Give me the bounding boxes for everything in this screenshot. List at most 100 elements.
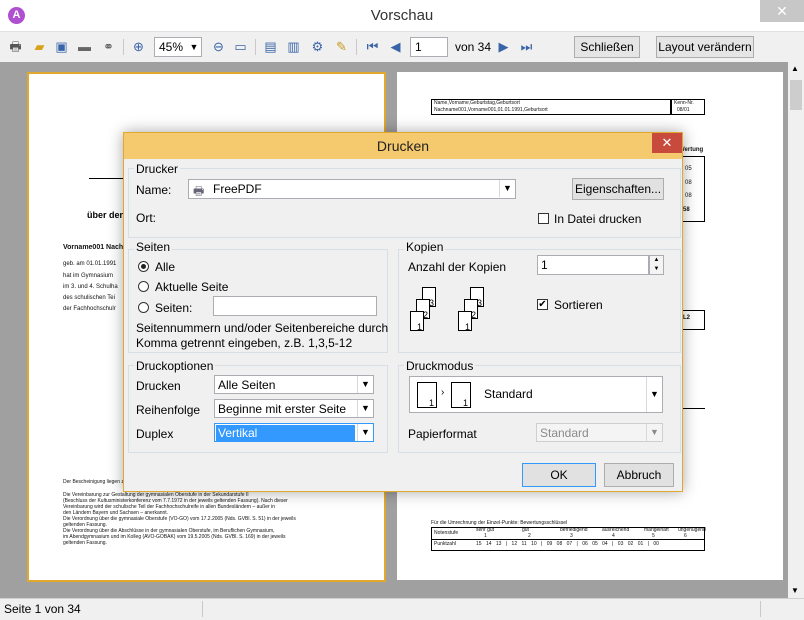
page-count: von 34 xyxy=(455,40,492,54)
close-preview-button[interactable]: Schließen xyxy=(574,36,640,58)
dialog-close-button[interactable]: ✕ xyxy=(652,133,682,153)
pages-hint-line: Seitennummern und/oder Seitenbereiche du… xyxy=(136,321,389,335)
pages-current-radio[interactable] xyxy=(138,281,149,292)
page2-header-value: Nachname001,Vorname001,01.01.1991,Geburt… xyxy=(434,107,548,113)
page2-side-value: 05 xyxy=(685,166,692,172)
settings-icon[interactable]: ⚙ xyxy=(309,38,326,55)
status-text: Seite 1 von 34 xyxy=(4,602,81,616)
grade-label: ausreichend xyxy=(602,527,630,533)
page2-id-value: 08/01 xyxy=(677,107,690,113)
grade-table: Notenstufe Punktzahl sehr gut gut befrie… xyxy=(431,527,706,551)
print-range-label: Drucken xyxy=(136,379,181,393)
last-page-icon[interactable]: ⏭ xyxy=(518,38,535,55)
print-order-label: Reihenfolge xyxy=(136,403,201,417)
status-bar: Seite 1 von 34 xyxy=(0,598,804,620)
grade-label: ungenügend xyxy=(678,527,706,533)
chevron-down-icon: ▼ xyxy=(357,424,373,441)
page2-side-value: 58 xyxy=(683,207,690,213)
page1-heading: über den xyxy=(87,210,126,220)
chevron-down-icon: ▼ xyxy=(357,400,373,417)
printer-group-label: Drucker xyxy=(134,162,181,176)
print-icon[interactable]: 🖶 xyxy=(7,38,24,55)
printer-select[interactable]: 🖶 FreePDF ▼ xyxy=(188,179,516,199)
save-icon[interactable]: ▣ xyxy=(53,38,70,55)
page1-line: geb. am 01.01.1991 xyxy=(63,261,117,267)
print-order-select[interactable]: Beginne mit erster Seite ▼ xyxy=(214,399,374,418)
change-layout-button[interactable]: Layout verändern xyxy=(656,36,754,58)
copies-group-label: Kopien xyxy=(404,240,446,254)
pages-range-radio[interactable] xyxy=(138,302,149,313)
chevron-down-icon: ▼ xyxy=(357,376,373,393)
copies-count-label: Anzahl der Kopien xyxy=(408,260,507,274)
pages-group-label: Seiten xyxy=(134,240,173,254)
pages-hint-line: Komma getrennt eingeben, z.B. 1,3,5-12 xyxy=(136,336,353,350)
page2-table-title: Für die Umrechnung der Einzel-Punkte: Be… xyxy=(431,520,568,526)
edit-icon[interactable]: ✎ xyxy=(333,38,350,55)
page1-line: im 3. und 4. Schulha xyxy=(63,284,118,290)
copies-count-input[interactable]: 1 xyxy=(537,255,649,275)
window-close-button[interactable]: ✕ xyxy=(760,0,804,22)
page1-name: Vorname001 Nachn xyxy=(63,244,128,251)
print-options-group-label: Druckoptionen xyxy=(134,359,216,373)
page2-side-value: 08 xyxy=(685,180,692,186)
pages-current-label: Aktuelle Seite xyxy=(155,280,229,294)
printer-properties-button[interactable]: Eigenschaften... xyxy=(572,178,664,200)
paper-format-label: Papierformat xyxy=(408,427,477,441)
cancel-button[interactable]: Abbruch xyxy=(604,463,674,487)
print-to-file-checkbox[interactable] xyxy=(538,213,549,224)
grade-label: befriedigend xyxy=(560,527,588,533)
toolbar: 🖶 ▰ ▣ ▬ ⚭ ⊕ 45% ▼ ⊖ ▭ ▤ ▥ ⚙ ✎ ⏮ ◀ 1 von … xyxy=(0,32,804,62)
prev-page-icon[interactable]: ◀ xyxy=(387,38,404,55)
duplex-value: Vertikal xyxy=(216,425,355,441)
first-page-icon[interactable]: ⏮ xyxy=(364,38,381,55)
page2-side-value: 08 xyxy=(685,193,692,199)
print-to-file-label: In Datei drucken xyxy=(554,212,642,226)
find-icon[interactable]: ⚭ xyxy=(100,38,117,55)
page1-footer-line: geltenden Fassung. xyxy=(63,540,107,546)
print-range-value: Alle Seiten xyxy=(218,378,276,392)
next-page-icon[interactable]: ▶ xyxy=(495,38,512,55)
zoom-out-icon[interactable]: ⊖ xyxy=(210,38,227,55)
fit-page-icon[interactable]: ▭ xyxy=(232,38,249,55)
printer-location-label: Ort: xyxy=(136,211,156,225)
page1-line: hat im Gymnasium xyxy=(63,273,114,279)
paper-format-select[interactable]: Standard ▼ xyxy=(536,423,663,442)
zoom-in-icon[interactable]: ⊕ xyxy=(130,38,147,55)
scrollbar-thumb[interactable] xyxy=(790,80,802,110)
points-row-label: Punktzahl xyxy=(434,541,456,547)
zoom-select[interactable]: 45% ▼ xyxy=(154,37,202,57)
open-folder-icon[interactable]: ▰ xyxy=(31,38,48,55)
scroll-up-icon[interactable]: ▲ xyxy=(791,64,799,73)
scroll-down-icon[interactable]: ▼ xyxy=(791,586,799,595)
mode-page-icon: 1 xyxy=(451,382,471,408)
printer-icon: 🖶 xyxy=(193,184,205,198)
paper-format-value: Standard xyxy=(540,426,589,440)
pages-range-input[interactable] xyxy=(213,296,377,316)
pages-all-radio[interactable] xyxy=(138,261,149,272)
export-icon[interactable]: ▬ xyxy=(76,38,93,55)
grade-label: mangelhaft xyxy=(644,527,669,533)
page2-side-value: L2 xyxy=(683,315,691,321)
page1-footer-line: Der Bescheinigung liegen z xyxy=(63,479,124,485)
page-input[interactable]: 1 xyxy=(410,37,448,57)
chevron-down-icon: ▼ xyxy=(189,42,199,52)
duplex-select[interactable]: Vertikal ▼ xyxy=(214,423,374,442)
print-order-value: Beginne mit erster Seite xyxy=(218,402,347,416)
arrow-right-icon: › xyxy=(441,387,445,398)
single-page-icon[interactable]: ▤ xyxy=(262,38,279,55)
window-title: Vorschau xyxy=(370,7,434,24)
vertical-scrollbar[interactable] xyxy=(788,62,804,598)
copies-spinner[interactable]: ▲ ▼ xyxy=(649,255,664,275)
two-pages-icon[interactable]: ▥ xyxy=(285,38,302,55)
dialog-title: Drucken xyxy=(376,138,430,154)
zoom-value: 45% xyxy=(159,40,184,54)
collate-checkbox[interactable]: ✔ xyxy=(537,299,548,310)
copies-count-value: 1 xyxy=(541,258,548,272)
page1-line: der Fachhochschulr xyxy=(63,306,116,312)
print-range-select[interactable]: Alle Seiten ▼ xyxy=(214,375,374,394)
chevron-down-icon: ▼ xyxy=(499,180,515,197)
printer-name-value: FreePDF xyxy=(213,182,262,196)
print-mode-select[interactable]: 1 › 1 Standard ▼ xyxy=(409,376,663,413)
duplex-label: Duplex xyxy=(136,427,174,441)
ok-button[interactable]: OK xyxy=(522,463,596,487)
